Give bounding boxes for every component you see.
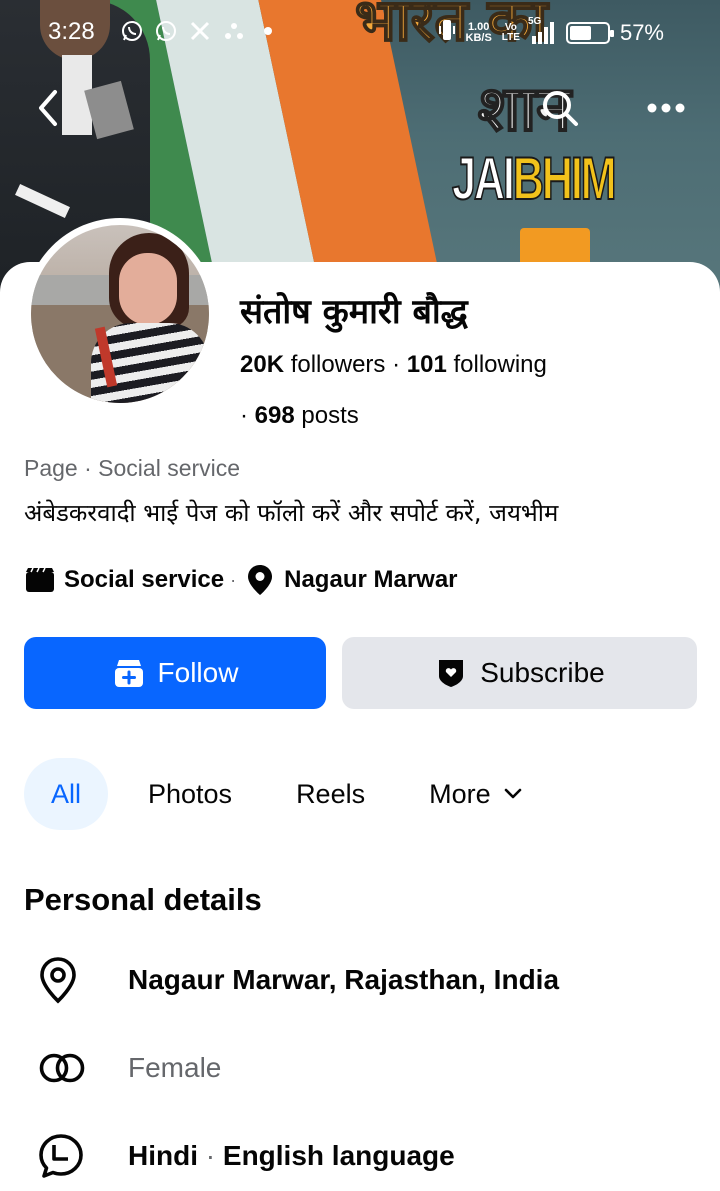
whatsapp-icon [120,19,144,43]
vibrate-icon [438,18,456,48]
avatar-photo [31,225,209,403]
volte-indicator: Vo LTE [502,23,520,43]
cover-jai-text: JAI [451,144,515,213]
tab-more-label: More [429,778,491,809]
chevron-down-icon [503,787,523,801]
language-second: English language [222,1140,455,1171]
separator-dot: · [392,351,407,378]
volte-bottom: LTE [501,32,520,43]
search-button[interactable] [534,82,586,134]
posts-count: 698 [254,402,295,429]
profile-bio: अंबेडकरवादी भाई पेज को फॉलो करें और सपोर… [24,499,559,527]
battery-level [569,26,591,40]
detail-language: Hindi · English language [24,1126,455,1186]
shield-heart-icon [434,656,468,690]
status-time: 3:28 [48,18,95,45]
followers-count: 20K [240,351,285,378]
cover-jai-bhim-text: JAIBHIM [451,144,617,213]
profile-name: संतोष कुमारी बौद्ध [240,292,468,332]
back-button[interactable] [24,82,72,134]
language-first: Hindi [128,1140,198,1171]
speech-bubble-icon [24,1126,104,1186]
posts-stat: · 698 posts [240,399,359,433]
more-options-button[interactable] [640,82,692,134]
following-count: 101 [406,351,447,378]
battery-percent: 57% [619,20,664,45]
separator-dot: · [240,402,255,429]
tab-more[interactable]: More [429,758,523,830]
tab-photos[interactable]: Photos [148,758,232,830]
detail-language-text: Hindi · English language [128,1140,455,1172]
following-label: following [453,351,547,378]
subscribe-button[interactable]: Subscribe [342,637,697,709]
status-bar: 3:28 1.00 KB/S Vo LTE 5G 57% [0,0,720,64]
battery-icon [565,22,614,44]
map-pin-icon [244,564,276,596]
separator-dot: · [230,569,237,590]
subscribe-label: Subscribe [480,657,605,688]
meta-location[interactable]: Nagaur Marwar [284,566,457,594]
gender-rings-icon [24,1038,104,1098]
cover-bhim-text: BHIM [512,144,617,213]
dot-icon [256,19,280,43]
detail-location: Nagaur Marwar, Rajasthan, India [24,950,559,1010]
chevron-left-icon [39,90,57,126]
detail-location-text: Nagaur Marwar, Rajasthan, India [128,964,560,995]
separator-dot: · [198,1140,223,1171]
following-link[interactable]: 101 following [407,351,547,378]
meta-category: Social service [64,566,225,593]
page-category: Page · Social service [24,455,241,481]
personal-details-title: Personal details [24,882,262,917]
followers-label: followers [290,351,386,378]
detail-gender-text: Female [128,1052,222,1083]
followers-link[interactable]: 20K followers [240,351,385,378]
more-dots-icon [647,103,685,113]
profile-tabs: All Photos Reels More [24,758,523,830]
follow-page-icon [112,656,146,690]
x-icon [188,19,212,43]
follow-button[interactable]: Follow [24,637,326,709]
profile-meta: Social service · Nagaur Marwar [24,562,458,598]
posts-label: posts [301,402,359,429]
net-speed: 1.00 KB/S [466,22,492,44]
map-pin-outline-icon [24,950,104,1010]
whatsapp-icon [154,19,178,43]
clapperboard-icon [24,564,56,596]
network-type: 5G [527,16,542,27]
net-speed-unit: KB/S [465,32,492,44]
follow-label: Follow [157,657,239,688]
search-icon [543,91,578,126]
tab-all[interactable]: All [24,758,108,830]
follow-stats: 20K followers · 101 following [240,348,547,382]
status-right: 1.00 KB/S Vo LTE 5G 57% [438,16,664,48]
tab-reels[interactable]: Reels [296,758,365,830]
app-icon [222,19,246,43]
avatar[interactable] [24,218,216,410]
detail-gender: Female [24,1038,221,1098]
notification-icons [120,19,280,43]
signal-icon: 5G [528,16,556,44]
